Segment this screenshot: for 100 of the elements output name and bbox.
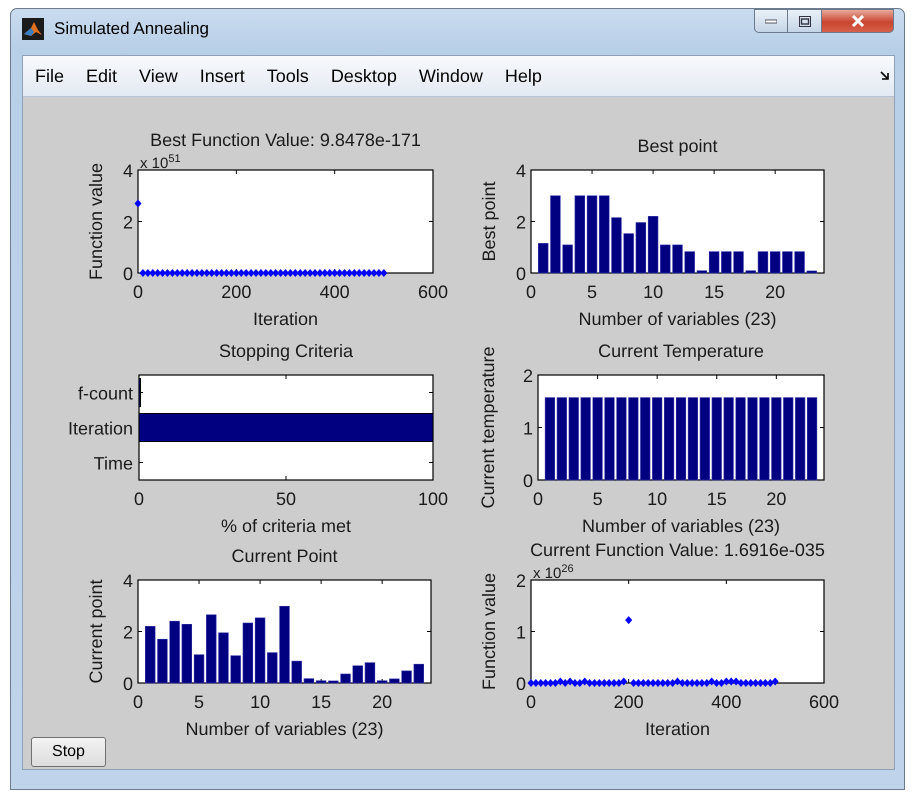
chart-title: Stopping Criteria bbox=[218, 341, 354, 361]
axis-exponent: x 10$^{26}$ bbox=[533, 562, 574, 582]
bar bbox=[648, 216, 658, 274]
close-icon bbox=[850, 15, 864, 27]
bar bbox=[169, 620, 180, 684]
tick-label: 0 bbox=[526, 282, 536, 302]
tick-label: 4 bbox=[516, 161, 526, 181]
tick-label: 400 bbox=[320, 282, 350, 302]
tick-label: 200 bbox=[221, 282, 252, 302]
bar bbox=[611, 217, 622, 274]
tick-label: 2 bbox=[522, 366, 533, 386]
tick-label: 15 bbox=[311, 692, 332, 712]
tick-label: 4 bbox=[122, 161, 133, 181]
bar bbox=[254, 618, 266, 684]
bar bbox=[733, 251, 744, 274]
stop-button[interactable]: Stop bbox=[31, 737, 106, 767]
category-label: f-count bbox=[78, 384, 133, 404]
tick-label: 0 bbox=[526, 692, 536, 712]
bar bbox=[292, 660, 302, 684]
tick-label: 0 bbox=[133, 282, 143, 302]
bar bbox=[145, 626, 156, 684]
tick-label: 4 bbox=[122, 571, 133, 591]
tick-label: 100 bbox=[418, 489, 448, 509]
tick-label: 0 bbox=[134, 489, 144, 509]
bar bbox=[672, 244, 683, 274]
bar bbox=[267, 652, 278, 684]
tick-label: 15 bbox=[704, 282, 724, 302]
bar bbox=[538, 243, 548, 274]
minimize-icon bbox=[765, 18, 777, 24]
tick-label: 1 bbox=[516, 622, 526, 642]
tick-label: 2 bbox=[516, 212, 526, 232]
window-title: Simulated Annealing bbox=[54, 19, 210, 39]
bar bbox=[758, 251, 768, 274]
menu-item[interactable]: Edit bbox=[76, 62, 128, 90]
bar bbox=[746, 270, 756, 274]
menu-item[interactable]: View bbox=[129, 62, 188, 90]
axis-title: Current point bbox=[86, 579, 106, 684]
category-label: Time bbox=[94, 454, 133, 474]
chart-title: Current Temperature bbox=[598, 341, 764, 361]
tick-label: 50 bbox=[276, 489, 296, 509]
tick-label: 0 bbox=[516, 674, 526, 694]
bar bbox=[684, 251, 695, 274]
tick-label: 5 bbox=[194, 692, 204, 712]
chart-title: Best Function Value: 9.8478e-171 bbox=[150, 130, 421, 150]
maximize-button[interactable] bbox=[788, 9, 822, 33]
tick-label: 2 bbox=[122, 622, 133, 642]
menu-item[interactable]: Insert bbox=[190, 62, 255, 90]
close-button[interactable] bbox=[822, 9, 894, 33]
axis-title: Iteration bbox=[644, 719, 710, 739]
tick-label: 200 bbox=[614, 692, 644, 712]
chart-title: Current Point bbox=[231, 546, 338, 566]
tick-label: 0 bbox=[122, 674, 133, 694]
bar bbox=[623, 233, 634, 274]
menu-item[interactable]: Window bbox=[408, 62, 493, 90]
tick-label: 20 bbox=[765, 282, 786, 302]
tick-label: 20 bbox=[766, 489, 786, 509]
tick-label: 0 bbox=[122, 264, 133, 284]
axis-title: Number of variables (23) bbox=[578, 309, 777, 329]
dock-arrow-icon[interactable] bbox=[880, 70, 890, 80]
tick-label: 2 bbox=[122, 212, 133, 232]
bar bbox=[206, 614, 216, 684]
tick-label: 5 bbox=[592, 489, 603, 509]
bar bbox=[636, 222, 646, 274]
chart-title: Current Function Value: 1.6916e-035 bbox=[530, 540, 825, 560]
minimize-button[interactable] bbox=[754, 9, 788, 33]
tick-label: 0 bbox=[516, 264, 526, 284]
tick-label: 600 bbox=[418, 282, 448, 302]
axis-title: Number of variables (23) bbox=[582, 516, 780, 536]
bar bbox=[242, 622, 254, 684]
tick-label: 600 bbox=[808, 692, 840, 712]
chart-title: Best point bbox=[637, 136, 718, 156]
bar bbox=[138, 378, 141, 407]
tick-label: 10 bbox=[643, 282, 664, 302]
tick-label: 5 bbox=[587, 282, 598, 302]
axis-title: Best point bbox=[479, 181, 499, 262]
bar bbox=[782, 251, 793, 274]
maximize-icon bbox=[798, 16, 810, 26]
bar bbox=[794, 251, 805, 274]
axis-title: % of criteria met bbox=[220, 516, 352, 536]
app-icon bbox=[22, 18, 44, 40]
tick-label: 10 bbox=[250, 692, 270, 712]
menu-item[interactable]: File bbox=[25, 62, 74, 90]
bar bbox=[806, 270, 817, 274]
menu-item[interactable]: Desktop bbox=[320, 62, 407, 90]
tick-label: 0 bbox=[522, 471, 533, 491]
axis-exponent: x 10$^{51}$ bbox=[140, 152, 181, 172]
menu-item[interactable]: Help bbox=[494, 62, 552, 90]
axis-title: Function value bbox=[479, 572, 499, 690]
bar bbox=[721, 251, 732, 274]
tick-label: 400 bbox=[711, 692, 742, 712]
tick-label: 0 bbox=[133, 692, 143, 712]
bar bbox=[770, 251, 780, 274]
tick-label: 2 bbox=[516, 571, 526, 591]
bar bbox=[157, 638, 168, 684]
bar bbox=[660, 244, 670, 274]
tick-label: 10 bbox=[647, 489, 668, 509]
menu-item[interactable]: Tools bbox=[256, 62, 319, 90]
bar bbox=[352, 665, 363, 684]
data-point bbox=[134, 199, 142, 208]
tick-label: 20 bbox=[372, 692, 392, 712]
